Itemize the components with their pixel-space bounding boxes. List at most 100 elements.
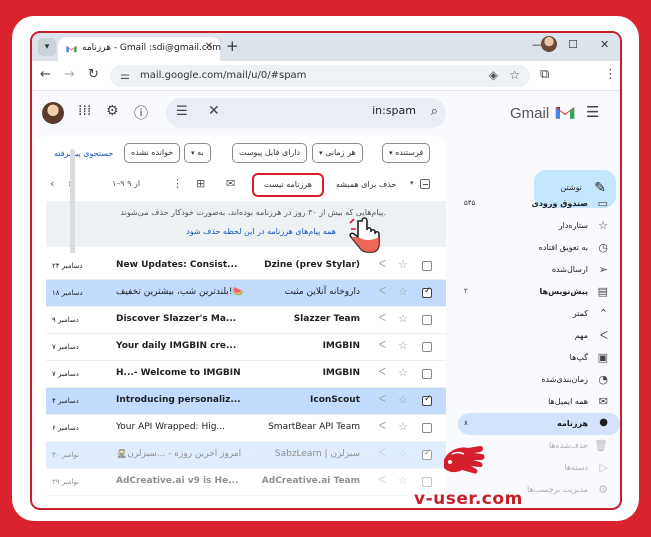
email-checkbox[interactable] (422, 369, 432, 379)
move-to-icon[interactable]: ⊞ (196, 177, 205, 190)
email-checkbox[interactable] (422, 315, 432, 325)
scheduled-icon: ◔ (598, 373, 608, 386)
email-checkbox[interactable] (422, 477, 432, 487)
help-icon[interactable]: ⓘ (134, 103, 148, 123)
draft-icon: ▤ (597, 285, 608, 298)
star-icon[interactable]: ☆ (398, 447, 408, 460)
sidebar-item-label: صندوق ورودی (531, 199, 588, 208)
search-options-icon[interactable]: ☰ (176, 104, 188, 119)
sidebar-item-all-mail[interactable]: ✉ همه ایمیل‌ها (458, 391, 620, 413)
email-subject: New Updates: Consist... (116, 260, 238, 270)
sidebar-item-scheduled[interactable]: ◔ زمان‌بندی‌شده (458, 369, 620, 391)
email-row[interactable]: ۷ دسامبر H...- Welcome to IMGBIN IMGBIN ᐸ ☆ (46, 361, 446, 388)
spam-info-banner: پیام‌هایی که بیش از ۳۰ روز در هرزنامه بو… (46, 201, 446, 247)
search-input[interactable] (316, 104, 416, 117)
email-row[interactable]: ۲۴ دسامبر New Updates: Consist... Dzine (p… (46, 253, 446, 280)
filter-from-chip[interactable]: ▾ فرستنده (382, 143, 431, 163)
important-marker-icon[interactable]: ᐸ (379, 394, 386, 405)
email-checkbox[interactable] (422, 394, 432, 406)
email-subject: Introducing personaliz... (116, 395, 241, 405)
star-icon[interactable]: ☆ (398, 474, 408, 487)
email-subject: 🥷امروز آخرین روزه - ...سبزلرن (116, 449, 242, 459)
banner-text: پیام‌هایی که بیش از ۳۰ روز در هرزنامه بو… (120, 208, 386, 217)
mark-read-icon[interactable]: ✉ (226, 177, 235, 190)
chat-icon: ▣ (597, 351, 608, 364)
important-marker-icon[interactable]: ᐸ (379, 475, 386, 486)
email-row[interactable]: ۲۹ نوامبر AdCreative.ai v9 is He... AdCrea… (46, 469, 446, 496)
sidebar-item-count: ۲ (464, 287, 468, 295)
apps-grid-icon[interactable]: ⁞⁞⁞ (78, 103, 91, 119)
star-icon[interactable]: ☆ (398, 285, 408, 298)
filter-to-chip[interactable]: ▾ به (184, 143, 211, 163)
settings-icon: ⚙ (598, 483, 608, 496)
sidebar-item-label: ستاره‌دار (558, 221, 588, 230)
label-icon: ▷ (599, 461, 608, 474)
settings-gear-icon[interactable]: ⚙ (106, 103, 119, 119)
email-checkbox[interactable] (422, 261, 432, 271)
sidebar-item-chat[interactable]: ▣ گپ‌ها (458, 347, 620, 369)
main-menu-icon[interactable]: ☰ (586, 103, 599, 121)
filter-any-time-chip[interactable]: ▾ هر زمانی (312, 143, 363, 163)
sidebar-item-star[interactable]: ☆ ستاره‌دار (458, 215, 620, 237)
email-date: ۷ دسامبر (52, 343, 79, 351)
star-icon[interactable]: ☆ (398, 420, 408, 433)
email-row[interactable]: ۴ دسامبر Introducing personaliz... IconSco… (46, 388, 446, 415)
sidebar-item-count: ۸ (464, 419, 468, 427)
account-avatar[interactable] (42, 102, 64, 124)
star-icon[interactable]: ☆ (398, 339, 408, 352)
important-marker-icon[interactable]: ᐸ (379, 367, 386, 378)
select-menu-icon[interactable]: ▾ (410, 179, 414, 187)
sidebar-item-spam[interactable]: ● هرزنامه ۸ (458, 413, 620, 435)
sidebar-item-label: هرزنامه (557, 419, 588, 428)
sidebar-item-chevron-up[interactable]: ⌃ کمتر (458, 303, 620, 325)
star-icon[interactable]: ☆ (398, 366, 408, 379)
email-row[interactable]: ۹ دسامبر Discover Slazzer's Ma... Slazzer … (46, 307, 446, 334)
star-icon[interactable]: ☆ (398, 312, 408, 325)
important-marker-icon[interactable]: ᐸ (379, 448, 386, 459)
important-marker-icon[interactable]: ᐸ (379, 259, 386, 270)
sidebar-item-important[interactable]: ᐸ مهم (458, 325, 620, 347)
email-checkbox[interactable] (422, 342, 432, 352)
delete-all-spam-link[interactable]: همه پیام‌های هرزنامه در این لحظه حذف شود (186, 227, 336, 236)
email-subject: AdCreative.ai v9 is He... (116, 476, 239, 486)
sidebar-item-label: پیش‌نویس‌ها (539, 287, 588, 296)
search-icon[interactable]: ⌕ (431, 104, 438, 119)
email-row[interactable]: ۷ دسامبر Your daily IMGBIN cre... IMGBIN ᐸ ☆ (46, 334, 446, 361)
email-subject: Your API Wrapped: Hig... (116, 422, 226, 432)
email-checkbox[interactable] (422, 448, 432, 460)
email-row[interactable]: ۱۸ دسامبر بلندترین شب، بیشترین تخفیف!🍉 دار… (46, 280, 446, 307)
newer-page-icon[interactable]: ‹ (50, 177, 54, 190)
delete-forever-button[interactable]: حذف برای همیشه (336, 180, 396, 189)
important-marker-icon[interactable]: ᐸ (379, 286, 386, 297)
hand-cursor-icon (349, 217, 380, 253)
email-checkbox[interactable] (422, 423, 432, 433)
select-all-checkbox[interactable] (420, 179, 430, 189)
email-date: ۲۹ نوامبر (52, 478, 79, 486)
sidebar-item-inbox[interactable]: ▭ صندوق ورودی ۵۴۵ (458, 193, 620, 215)
important-marker-icon[interactable]: ᐸ (379, 340, 386, 351)
sidebar-item-clock[interactable]: ◷ به تعویق افتاده (458, 237, 620, 259)
sidebar-item-label: مدیریت برچسب‌ها (527, 485, 588, 494)
sidebar-item-send[interactable]: ➢ ارسال‌شده (458, 259, 620, 281)
sidebar-item-label: ارسال‌شده (551, 265, 588, 274)
important-marker-icon[interactable]: ᐸ (379, 421, 386, 432)
email-row[interactable]: ۶ دسامبر Your API Wrapped: Hig... SmartBea… (46, 415, 446, 442)
more-options-icon[interactable]: ⋮ (172, 177, 183, 190)
advanced-search-link[interactable]: جستجوی پیشرفته (54, 149, 113, 158)
email-sender: Slazzer Team (293, 314, 360, 324)
filter-unread-chip[interactable]: خوانده نشده (124, 143, 181, 163)
watermark-hand-logo (444, 446, 485, 474)
not-spam-button[interactable]: هرزنامه نیست (252, 173, 324, 197)
email-subject: Your daily IMGBIN cre... (116, 341, 237, 351)
sidebar-item-draft[interactable]: ▤ پیش‌نویس‌ها ۲ (458, 281, 620, 303)
star-icon[interactable]: ☆ (398, 393, 408, 406)
sidebar-item-label: همه ایمیل‌ها (548, 397, 588, 406)
important-marker-icon[interactable]: ᐸ (379, 313, 386, 324)
star-icon[interactable]: ☆ (398, 258, 408, 271)
filter-has-attachment-chip[interactable]: دارای فایل پیوست (232, 143, 308, 163)
search-bar[interactable]: ☰ ✕ ⌕ (166, 98, 446, 128)
email-row[interactable]: ۳۰ نوامبر 🥷امروز آخرین روزه - ...سبزلرن Sa… (46, 442, 446, 469)
clear-search-icon[interactable]: ✕ (208, 103, 220, 119)
email-sender: AdCreative.ai Team (261, 476, 360, 486)
email-checkbox[interactable] (422, 286, 432, 298)
